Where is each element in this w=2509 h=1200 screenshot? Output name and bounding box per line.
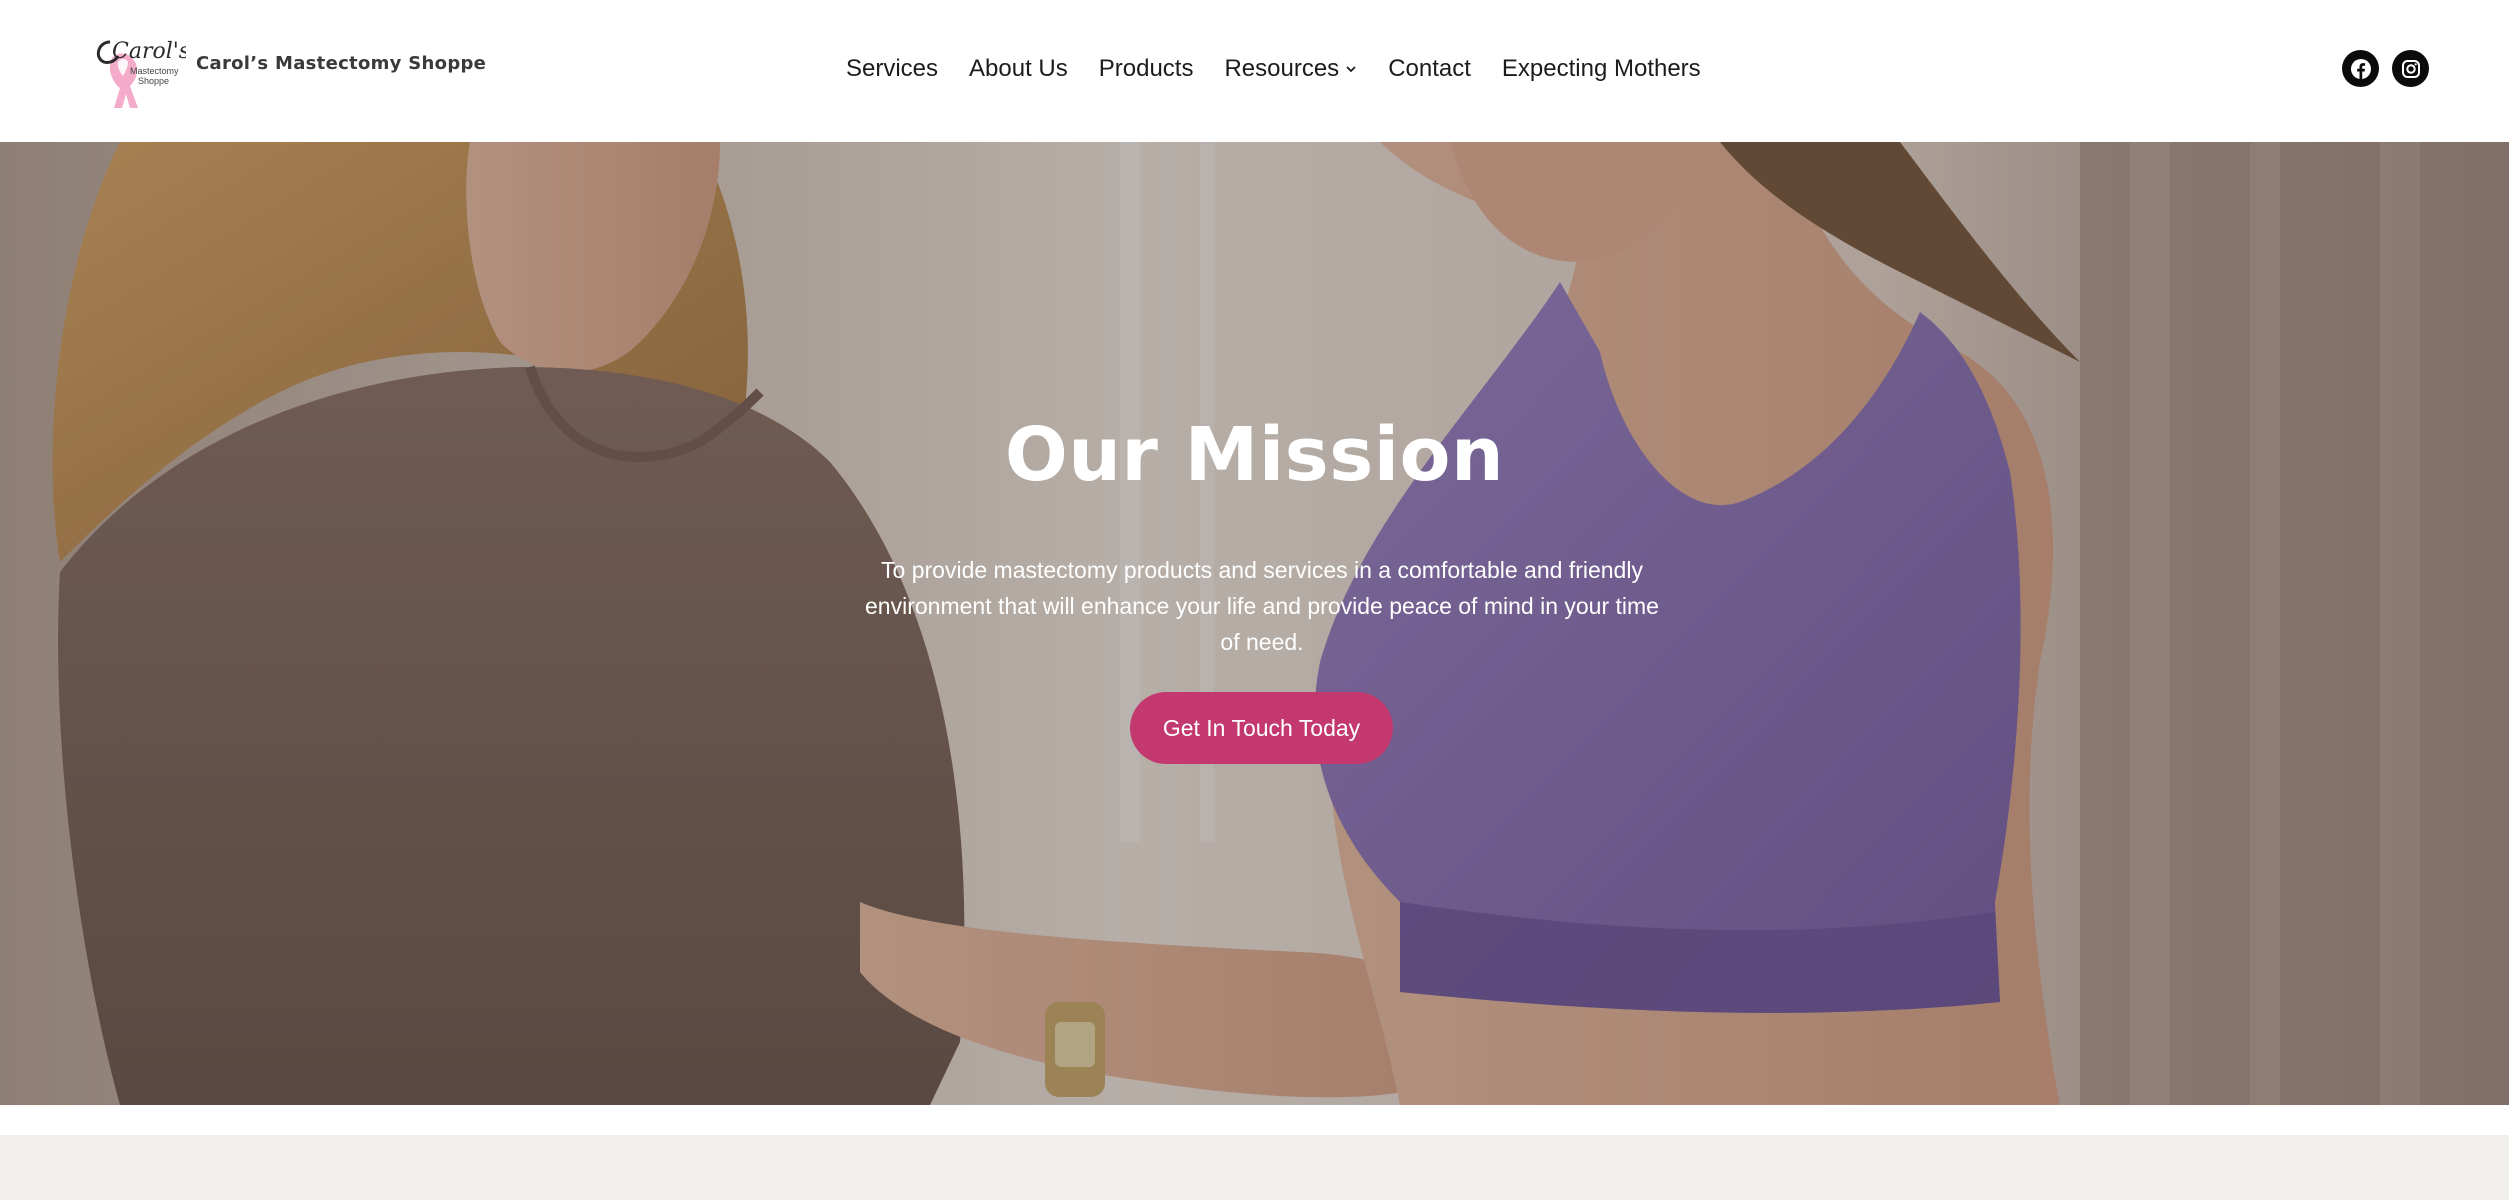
nav-label: Services	[846, 55, 939, 82]
site-header: Carol's Mastectomy Shoppe Carol’s Mastec…	[0, 0, 2509, 142]
get-in-touch-button[interactable]: Get In Touch Today	[1130, 692, 1393, 764]
nav-label: About Us	[969, 55, 1068, 82]
brand-name[interactable]: Carol’s Mastectomy Shoppe	[196, 53, 486, 74]
instagram-link[interactable]	[2392, 50, 2429, 87]
hero-section: Our Mission To provide mastectomy produc…	[0, 142, 2509, 1105]
nav-label: Expecting Mothers	[1501, 55, 1701, 82]
nav-item-services[interactable]: Services	[846, 55, 938, 83]
nav-item-about-us[interactable]: About Us	[969, 55, 1068, 83]
nav-label: Contact	[1388, 55, 1471, 82]
facebook-icon	[2350, 58, 2371, 79]
logo-sub-text-1: Mastectomy	[130, 66, 179, 76]
next-section	[0, 1135, 2509, 1200]
facebook-link[interactable]	[2342, 50, 2379, 87]
nav-item-expecting-mothers[interactable]: Expecting Mothers	[1502, 55, 1701, 83]
hero-title: Our Mission	[1004, 412, 1505, 498]
nav-label: Resources	[1224, 55, 1340, 82]
pink-ribbon-icon: Carol's Mastectomy Shoppe	[96, 39, 190, 108]
logo-sub-text-2: Shoppe	[138, 76, 169, 86]
nav-item-products[interactable]: Products	[1099, 55, 1194, 83]
nav-item-resources[interactable]: Resources	[1224, 55, 1357, 83]
instagram-icon	[2401, 59, 2420, 78]
hero-description: To provide mastectomy products and servi…	[865, 557, 1659, 655]
logo-script-text: Carol's	[112, 39, 186, 64]
site-logo[interactable]: Carol's Mastectomy Shoppe	[90, 28, 190, 110]
section-divider	[0, 1105, 2509, 1135]
chevron-down-icon	[1346, 66, 1356, 73]
main-nav: Services About Us Products Resources Con…	[846, 52, 1701, 86]
nav-label: Products	[1098, 55, 1194, 82]
nav-item-contact[interactable]: Contact	[1388, 55, 1471, 83]
